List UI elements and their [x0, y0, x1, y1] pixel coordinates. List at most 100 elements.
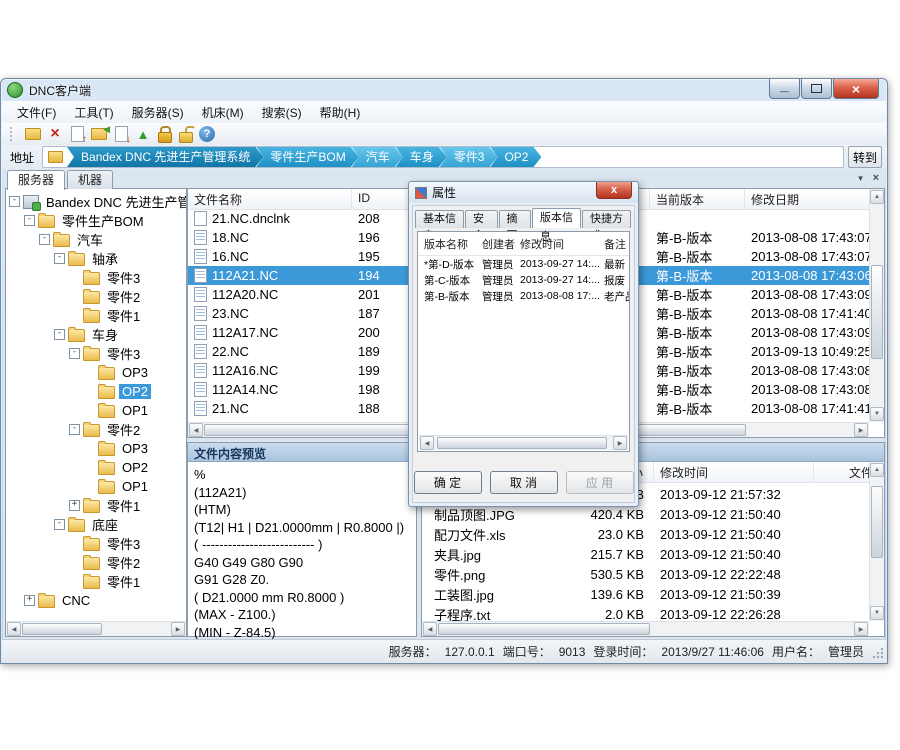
column-header-date[interactable]: 修改日期 [745, 189, 869, 209]
dialog-button[interactable]: 取 消 [490, 471, 558, 494]
close-icon[interactable] [833, 79, 879, 99]
dialog-tab[interactable]: 安全 [465, 210, 498, 228]
column-header-note[interactable]: 备注 [604, 236, 629, 252]
tree-item[interactable]: - 零件生产BOM [6, 211, 186, 230]
column-header-file[interactable]: 文件(& [814, 462, 869, 482]
tree-item[interactable]: 零件1 [6, 572, 186, 591]
tree-item[interactable]: 零件1 [6, 306, 186, 325]
help-icon[interactable] [199, 126, 215, 142]
go-button[interactable]: 转到 [848, 146, 882, 168]
dialog-tab[interactable]: 摘要 [499, 210, 532, 228]
attachment-row[interactable]: 制品顶图.JPG 420.4 KB 2013-09-12 21:50:40 [422, 504, 869, 524]
scroll-thumb[interactable] [22, 623, 102, 635]
maximize-icon[interactable] [801, 79, 832, 99]
tree-toggle[interactable]: - [39, 234, 50, 245]
attachment-row[interactable]: 夹具.jpg 215.7 KB 2013-09-12 21:50:40 [422, 544, 869, 564]
attachment-row[interactable]: 子程序.txt 2.0 KB 2013-09-12 22:26:28 [422, 604, 869, 621]
scroll-up-icon[interactable]: ▲ [870, 463, 884, 477]
scroll-left-icon[interactable]: ◀ [7, 622, 21, 636]
menu-item[interactable]: 服务器(S) [123, 102, 193, 123]
tree-item[interactable]: 零件3 [6, 534, 186, 553]
tree-item[interactable]: - 车身 [6, 325, 186, 344]
attachments-hscrollbar[interactable]: ◀ ▶ [422, 621, 869, 636]
tree-item[interactable]: - 轴承 [6, 249, 186, 268]
tree-item[interactable]: + CNC [6, 591, 186, 610]
tree-item[interactable]: OP3 [6, 439, 186, 458]
menu-item[interactable]: 搜索(S) [253, 102, 311, 123]
tree-item[interactable]: - 零件3 [6, 344, 186, 363]
version-row[interactable]: 第-B-版本 管理员 2013-08-08 17:... 老产品程序 [418, 288, 629, 304]
scroll-left-icon[interactable]: ◀ [189, 423, 203, 437]
tree-item[interactable]: 零件3 [6, 268, 186, 287]
attachment-row[interactable]: 工装图.jpg 139.6 KB 2013-09-12 21:50:39 [422, 584, 869, 604]
tree-item[interactable]: 零件2 [6, 553, 186, 572]
scroll-right-icon[interactable]: ▶ [171, 622, 185, 636]
tree-toggle[interactable]: - [69, 424, 80, 435]
tree-item[interactable]: - 底座 [6, 515, 186, 534]
upload-file-icon[interactable] [67, 124, 87, 144]
tree-item[interactable]: OP2 [6, 458, 186, 477]
scroll-down-icon[interactable]: ▼ [870, 606, 884, 620]
tree-hscrollbar[interactable]: ◀ ▶ [6, 621, 186, 636]
tree-item[interactable]: OP2 [6, 382, 186, 401]
menu-item[interactable]: 帮助(H) [311, 102, 370, 123]
panel-close-icon[interactable] [873, 172, 879, 184]
new-folder-icon[interactable] [23, 124, 43, 144]
scroll-right-icon[interactable]: ▶ [854, 622, 868, 636]
breadcrumb-segment[interactable]: 汽车 [352, 147, 403, 167]
tree-item[interactable]: + 零件1 [6, 496, 186, 515]
scroll-right-icon[interactable]: ▶ [613, 436, 627, 450]
tree-toggle[interactable]: - [24, 215, 35, 226]
pin-down-icon[interactable] [857, 172, 865, 184]
attachment-row[interactable]: 零件.png 530.5 KB 2013-09-12 22:22:48 [422, 564, 869, 584]
left-panel-tab[interactable]: 服务器 [7, 170, 65, 190]
dialog-tab[interactable]: 快捷方式 [582, 210, 631, 228]
scroll-up-icon[interactable]: ▲ [870, 190, 884, 204]
tree-item[interactable]: - 零件2 [6, 420, 186, 439]
dialog-tab[interactable]: 版本信息 [532, 208, 581, 228]
address-input[interactable]: Bandex DNC 先进生产管理系统零件生产BOM汽车车身零件3OP2 [42, 146, 844, 168]
tree-item[interactable]: - 汽车 [6, 230, 186, 249]
tree-toggle[interactable]: - [69, 348, 80, 359]
scroll-thumb[interactable] [871, 486, 883, 558]
breadcrumb-segment[interactable]: 车身 [396, 147, 447, 167]
dialog-button[interactable]: 确 定 [414, 471, 482, 494]
tree-toggle[interactable]: - [54, 329, 65, 340]
close-icon[interactable]: x [596, 182, 632, 199]
version-row[interactable]: 第-C-版本 管理员 2013-09-27 14:... 报废 [418, 272, 629, 288]
tree-item[interactable]: OP3 [6, 363, 186, 382]
tree-item[interactable]: OP1 [6, 401, 186, 420]
scroll-thumb[interactable] [438, 623, 650, 635]
tree-toggle[interactable]: - [9, 196, 20, 207]
tree-toggle[interactable]: - [54, 519, 65, 530]
scroll-down-icon[interactable]: ▼ [870, 407, 884, 421]
tree-toggle[interactable]: + [24, 595, 35, 606]
download-file-icon[interactable] [111, 124, 131, 144]
dialog-tab[interactable]: 基本信息 [415, 210, 464, 228]
delete-icon[interactable] [45, 124, 65, 144]
version-row[interactable]: *第-D-版本 管理员 2013-09-27 14:... 最新 [418, 256, 629, 272]
attachment-row[interactable]: 配刀文件.xls 23.0 KB 2013-09-12 21:50:40 [422, 524, 869, 544]
title-bar[interactable]: DNC客户端 [1, 79, 887, 101]
dialog-title-bar[interactable]: 属性 x [409, 182, 638, 203]
tree-item[interactable]: OP1 [6, 477, 186, 496]
scroll-thumb[interactable] [437, 437, 607, 449]
left-panel-tab[interactable]: 机器 [67, 170, 113, 189]
tree-item[interactable]: 零件2 [6, 287, 186, 306]
upload-arrow-icon[interactable] [133, 124, 153, 144]
lock-icon[interactable] [155, 124, 175, 144]
dialog-hscrollbar[interactable]: ◀ ▶ [419, 435, 628, 450]
resize-grip[interactable] [871, 648, 883, 660]
attachments-vscrollbar[interactable]: ▲ ▼ [869, 462, 884, 621]
breadcrumb-segment[interactable]: Bandex DNC 先进生产管理系统 [67, 147, 263, 167]
scroll-thumb[interactable] [871, 265, 883, 359]
scroll-left-icon[interactable]: ◀ [423, 622, 437, 636]
unlock-icon[interactable] [177, 124, 197, 144]
column-header-id[interactable]: ID [352, 189, 412, 209]
checkout-folder-icon[interactable] [89, 124, 109, 144]
column-header-name[interactable]: 文件名称 [188, 189, 352, 209]
column-header-version-name[interactable]: 版本名称 [424, 236, 482, 252]
column-header-version[interactable]: 当前版本 [650, 189, 745, 209]
scroll-left-icon[interactable]: ◀ [420, 436, 434, 450]
breadcrumb-segment[interactable]: 零件3 [440, 147, 498, 167]
